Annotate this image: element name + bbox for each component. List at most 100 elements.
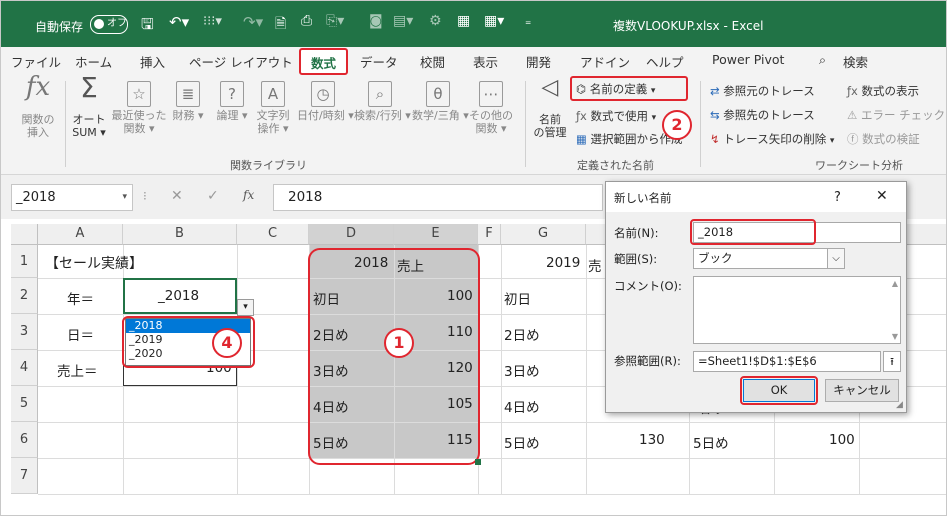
comment-textarea[interactable]: ▲ ▼ — [693, 276, 901, 344]
dropdown-arrow-button[interactable]: ▾ — [237, 299, 254, 316]
column-header-e[interactable]: E — [394, 224, 478, 245]
tab-formulas[interactable]: 数式 — [299, 48, 348, 75]
autosum-button[interactable]: Σ オート SUM ▾ — [69, 74, 109, 140]
cell-h1[interactable]: 売 — [588, 255, 602, 275]
undo-icon[interactable]: ↶▾ — [169, 13, 189, 31]
sheet-icon[interactable]: ▤▾ — [393, 13, 413, 29]
customize-toolbar-icon[interactable]: ₌ — [525, 14, 531, 28]
recent-functions-button[interactable]: ☆ 最近使った 関数 ▾ — [111, 81, 167, 135]
star-icon: ☆ — [127, 81, 151, 107]
lookup-button[interactable]: ⌕ 検索/行列 ▾ — [354, 81, 411, 122]
name-manager-button[interactable]: ◁ 名前 の管理 — [531, 77, 569, 140]
tab-data[interactable]: データ — [360, 52, 398, 71]
column-header-c[interactable]: C — [237, 224, 309, 245]
column-header-f[interactable]: F — [478, 224, 501, 245]
cell-b2[interactable]: _2018 — [158, 288, 199, 304]
tab-insert[interactable]: 挿入 — [140, 52, 165, 71]
border-icon[interactable]: ⁝⁝⁝▾ — [203, 14, 222, 29]
table-icon[interactable]: ▦▾ — [484, 13, 504, 29]
row-header-4[interactable]: 4 — [11, 350, 38, 386]
use-in-formula-button[interactable]: ƒx 数式で使用 ▾ — [576, 108, 656, 124]
cell-g5[interactable]: 4日め — [504, 396, 540, 416]
tab-help[interactable]: ヘルプ — [646, 52, 684, 71]
cell-g3[interactable]: 2日め — [504, 324, 540, 344]
fx-icon[interactable]: fx — [243, 188, 254, 202]
tab-developer[interactable]: 開発 — [526, 52, 551, 71]
ref-input[interactable]: =Sheet1!$D$1:$E$6 — [693, 351, 881, 372]
cell-a3[interactable]: 日＝ — [67, 324, 94, 344]
collapse-dialog-icon[interactable]: ⭱ — [883, 351, 901, 372]
more-functions-button[interactable]: ⋯ その他の 関数 ▾ — [469, 81, 513, 135]
tab-review[interactable]: 校閲 — [420, 52, 445, 71]
define-name-button[interactable]: ⌬ 名前の定義 ▾ — [570, 76, 688, 101]
scope-select[interactable]: ブック ⌵ — [693, 248, 845, 269]
cell-i6[interactable]: 5日め — [693, 432, 729, 452]
select-all-corner[interactable] — [11, 224, 38, 245]
settings-icon[interactable]: ⚙ — [429, 13, 442, 29]
column-header-b[interactable]: B — [123, 224, 237, 245]
scroll-up-icon[interactable]: ▲ — [892, 279, 898, 288]
cell-j6[interactable]: 100 — [829, 432, 855, 448]
cell-a4[interactable]: 売上＝ — [57, 360, 98, 380]
error-check-button[interactable]: ⚠ エラー チェック — [847, 107, 945, 123]
row-header-2[interactable]: 2 — [11, 278, 38, 314]
remove-arrows-button[interactable]: ↯ トレース矢印の削除 ▾ — [710, 131, 834, 147]
text-functions-button[interactable]: A 文字列 操作 ▾ — [253, 81, 293, 135]
evaluate-formula-button[interactable]: ⓕ 数式の検証 — [847, 131, 920, 147]
column-header-d[interactable]: D — [309, 224, 394, 245]
cell-g6[interactable]: 5日め — [504, 432, 540, 452]
cell-h6[interactable]: 130 — [639, 432, 665, 448]
close-icon[interactable]: ✕ — [876, 188, 888, 204]
print-preview-icon[interactable]: 🗎 — [275, 13, 286, 37]
financial-button[interactable]: ≣ 財務 ▾ — [171, 81, 205, 122]
row-header-3[interactable]: 3 — [11, 314, 38, 350]
column-header-g[interactable]: G — [501, 224, 586, 245]
cell-g2[interactable]: 初日 — [504, 288, 531, 308]
marker-4: 4 — [212, 328, 242, 358]
tab-page-layout[interactable]: ページ レイアウト — [189, 52, 293, 71]
redo-icon[interactable]: ↷▾ — [243, 13, 263, 31]
show-formulas-button[interactable]: ƒx 数式の表示 — [847, 83, 919, 99]
cancel-button[interactable]: キャンセル — [825, 379, 899, 402]
tab-file[interactable]: ファイル — [11, 52, 61, 71]
row-header-5[interactable]: 5 — [11, 386, 38, 422]
save-icon[interactable]: 🖫 — [141, 14, 154, 39]
camera-icon[interactable]: ◙ — [369, 13, 383, 29]
tab-view[interactable]: 表示 — [473, 52, 498, 71]
insert-function-button[interactable]: fx 関数の 挿入 — [19, 74, 57, 139]
chevron-down-icon: ▾ — [651, 113, 657, 123]
enter-check-icon[interactable]: ✓ — [207, 188, 219, 204]
tab-power-pivot[interactable]: Power Pivot — [712, 52, 784, 67]
row-header-6[interactable]: 6 — [11, 422, 38, 458]
datetime-button[interactable]: ◷ 日付/時刻 ▾ — [297, 81, 354, 122]
formula-input[interactable]: 2018 — [273, 184, 603, 211]
tab-addins[interactable]: アドイン — [580, 52, 630, 71]
row-header-7[interactable]: 7 — [11, 458, 38, 494]
question-icon: ? — [220, 81, 244, 107]
cell-g1[interactable]: 2019 — [546, 255, 580, 271]
row-header-1[interactable]: 1 — [11, 245, 38, 278]
scroll-down-icon[interactable]: ▼ — [892, 332, 898, 341]
name-box[interactable]: _2018 ▾ — [11, 184, 133, 211]
tab-search[interactable]: 検索 — [843, 52, 868, 71]
cell-a1[interactable]: 【セール実績】 — [45, 253, 143, 273]
trace-precedents-button[interactable]: ⇄ 参照元のトレース — [710, 83, 815, 99]
tab-home[interactable]: ホーム — [75, 52, 112, 71]
grid-icon[interactable]: ▦ — [457, 13, 470, 29]
trace-dependents-button[interactable]: ⇆ 参照先のトレース — [710, 107, 815, 123]
autosave-toggle[interactable]: オフ — [90, 15, 128, 34]
fill-handle[interactable] — [475, 459, 481, 465]
cell-g4[interactable]: 3日め — [504, 360, 540, 380]
format-painter-icon[interactable]: ⎘▾ — [326, 13, 344, 29]
resize-grip-icon[interactable]: ◢ — [896, 400, 903, 410]
cancel-icon[interactable]: ✕ — [171, 188, 183, 204]
ribbon-tabs: ファイル ホーム 挿入 ページ レイアウト 数式 データ 校閲 表示 開発 アド… — [1, 47, 946, 75]
logical-button[interactable]: ? 論理 ▾ — [215, 81, 249, 122]
help-button[interactable]: ? — [834, 190, 841, 205]
cell-a2[interactable]: 年＝ — [67, 288, 94, 308]
column-header-a[interactable]: A — [38, 224, 123, 245]
math-button[interactable]: θ 数学/三角 ▾ — [412, 81, 469, 122]
group-label-names: 定義された名前 — [577, 159, 654, 172]
print-icon[interactable]: ⎙ — [301, 13, 312, 29]
search-icon[interactable]: ⌕ — [819, 52, 826, 68]
